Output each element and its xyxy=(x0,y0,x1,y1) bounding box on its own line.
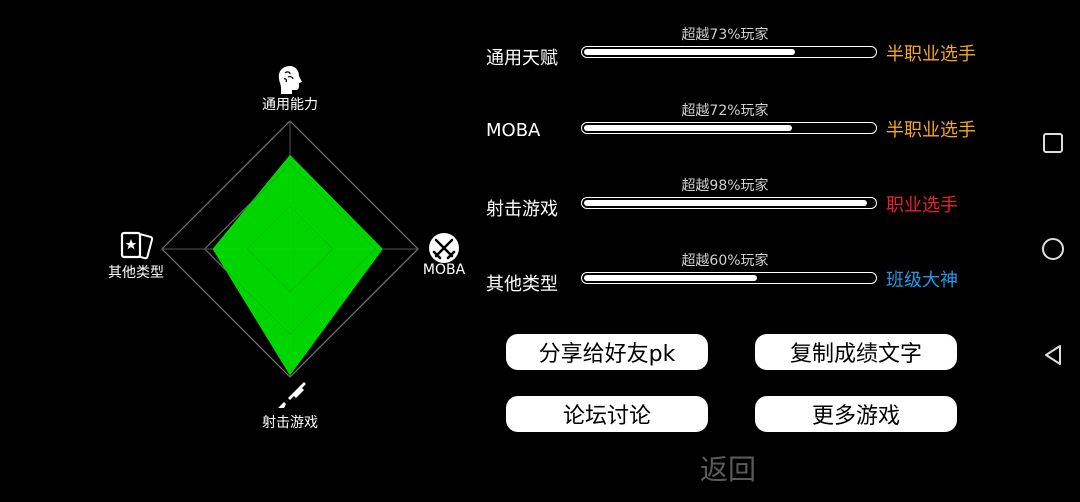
stat-name: 其他类型 xyxy=(486,274,558,295)
stat-rank: 半职业选手 xyxy=(886,120,976,141)
radar-svg xyxy=(161,120,419,378)
stat-name: 通用天赋 xyxy=(486,48,558,69)
home-icon[interactable] xyxy=(1030,226,1076,272)
radar-chart: 通用能力 MOBA 射击游戏 其他类型 xyxy=(0,0,480,498)
stat-row-general: 通用天赋 超越73%玩家 半职业选手 xyxy=(480,27,1000,88)
stat-percentile: 超越72%玩家 xyxy=(681,103,769,119)
stat-percentile: 超越98%玩家 xyxy=(681,178,769,194)
share-to-friend-button[interactable]: 分享给好友pk xyxy=(506,334,708,370)
recent-apps-icon[interactable] xyxy=(1030,120,1076,166)
progress-fill xyxy=(584,49,795,55)
progress-bar xyxy=(581,122,877,134)
progress-bar xyxy=(581,272,877,284)
more-games-button[interactable]: 更多游戏 xyxy=(755,396,957,432)
axis-label-other: 其他类型 xyxy=(108,265,164,281)
axis-label-general: 通用能力 xyxy=(262,97,318,113)
progress-fill xyxy=(584,125,792,131)
stat-row-shooting: 射击游戏 超越98%玩家 职业选手 xyxy=(480,178,1000,239)
crossed-swords-icon xyxy=(429,233,459,263)
axis-label-shooting: 射击游戏 xyxy=(262,415,318,431)
stat-percentile: 超越60%玩家 xyxy=(681,253,769,269)
progress-bar xyxy=(581,197,877,209)
copy-result-text-button[interactable]: 复制成绩文字 xyxy=(755,334,957,370)
progress-fill xyxy=(584,275,757,281)
playing-cards-icon xyxy=(120,231,154,260)
stat-name: 射击游戏 xyxy=(486,199,558,220)
progress-bar xyxy=(581,46,877,58)
back-icon[interactable] xyxy=(1030,332,1076,378)
stat-rank: 半职业选手 xyxy=(886,44,976,65)
progress-fill xyxy=(584,200,867,206)
head-brain-icon xyxy=(278,66,302,94)
axis-label-moba: MOBA xyxy=(422,262,466,278)
stat-rank: 班级大神 xyxy=(886,270,958,291)
stat-row-moba: MOBA 超越72%玩家 半职业选手 xyxy=(480,103,1000,164)
stat-name: MOBA xyxy=(486,120,541,141)
stat-row-other: 其他类型 超越60%玩家 班级大神 xyxy=(480,253,1000,314)
stat-percentile: 超越73%玩家 xyxy=(681,27,769,43)
rifle-icon xyxy=(278,382,306,408)
back-link[interactable]: 返回 xyxy=(700,448,756,488)
forum-discussion-button[interactable]: 论坛讨论 xyxy=(506,396,708,432)
stat-rank: 职业选手 xyxy=(886,195,958,216)
